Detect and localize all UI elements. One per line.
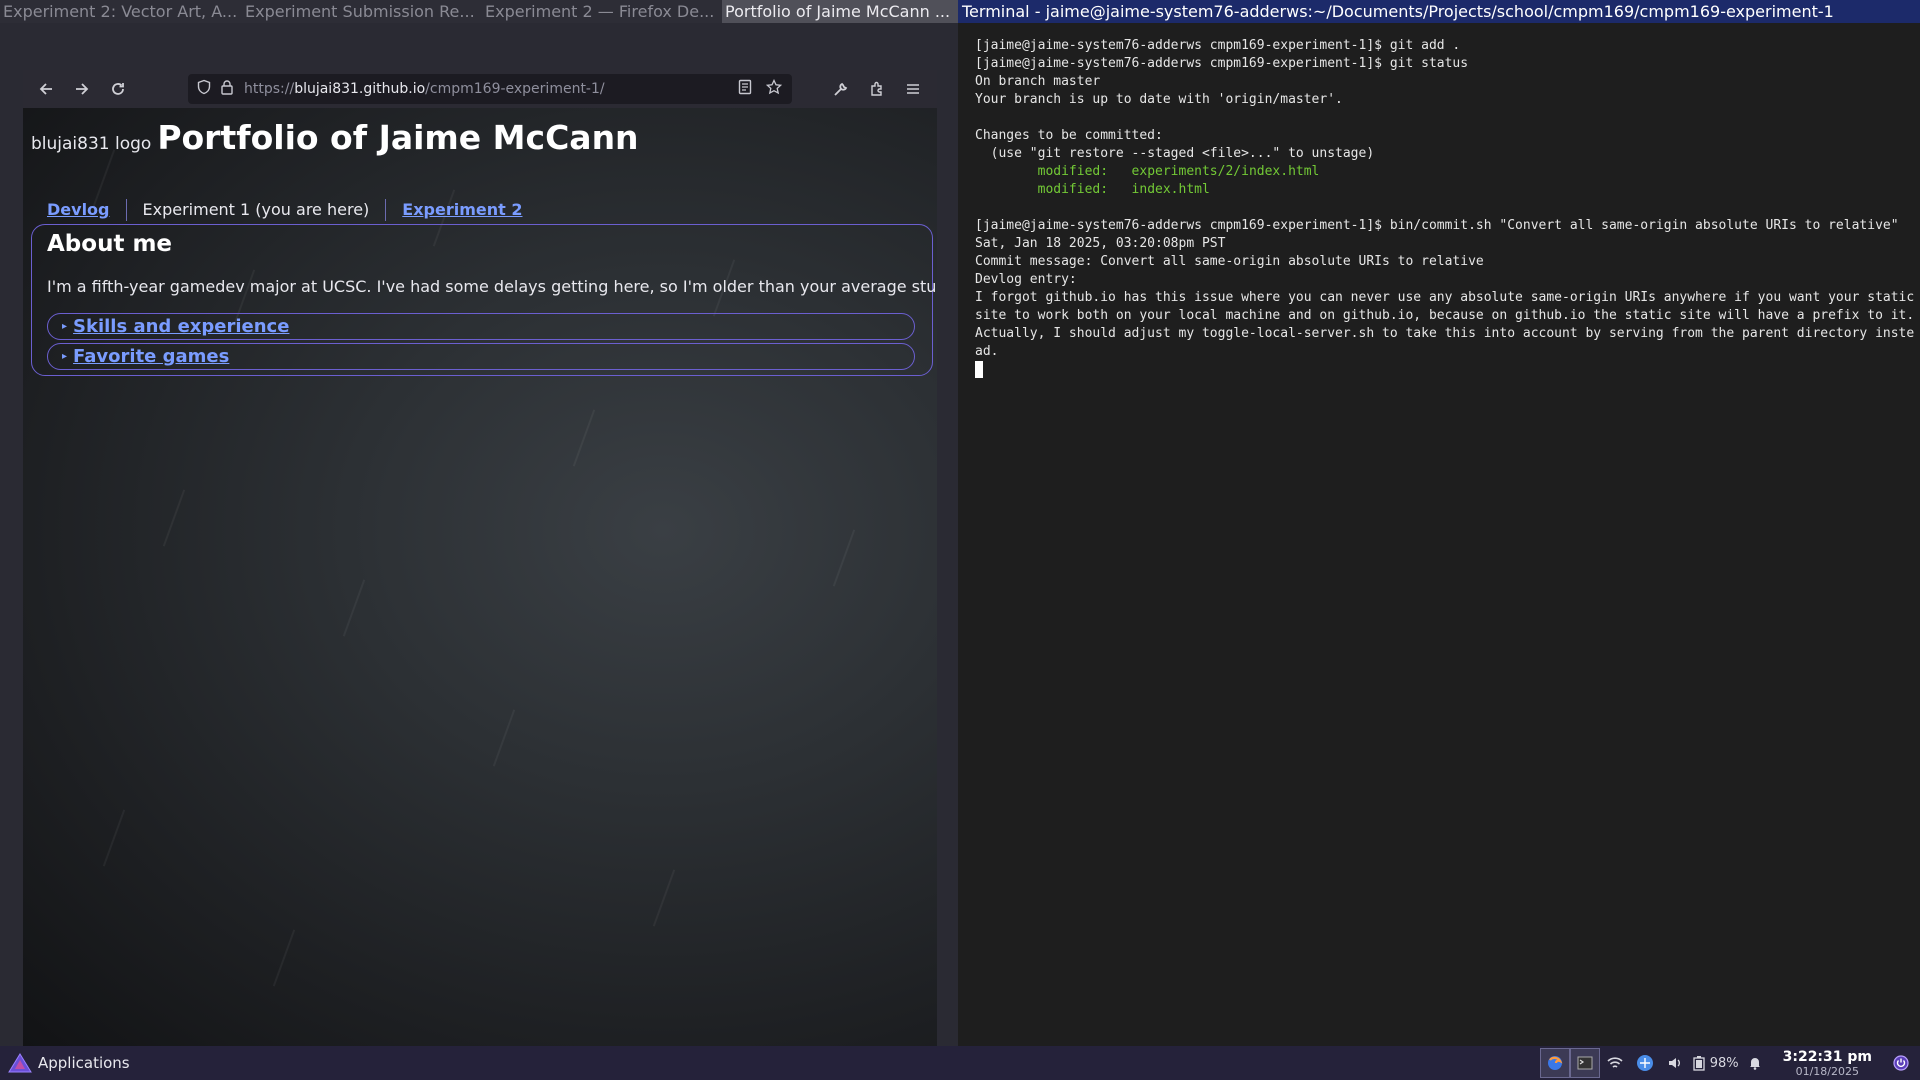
wrench-icon[interactable]: [826, 74, 856, 104]
window-tab-bar: Experiment 2: Vector Art, A... Experimen…: [0, 0, 1920, 23]
terminal-line: Changes to be committed:: [975, 128, 1163, 143]
terminal-line: [jaime@jaime-system76-adderws cmpm169-ex…: [975, 218, 1899, 233]
window-tab[interactable]: Experiment Submission Re...: [242, 0, 482, 23]
terminal-line: On branch master: [975, 74, 1101, 89]
browser: https://blujai831.github.io/cmpm169-expe…: [23, 70, 937, 1046]
bookmark-star-icon[interactable]: [765, 78, 783, 99]
terminal-line: modified: experiments/2/index.html: [975, 164, 1320, 179]
power-icon[interactable]: [1886, 1048, 1916, 1078]
window-tab[interactable]: Experiment 2 — Firefox De...: [482, 0, 722, 23]
firefox-icon[interactable]: [1539, 1048, 1570, 1078]
terminal-line: Commit message: Convert all same-origin …: [975, 254, 1484, 269]
terminal-cursor: [975, 361, 983, 378]
window-tab-terminal[interactable]: Terminal - jaime@jaime-system76-adderws:…: [958, 0, 1920, 23]
page-header: blujai831 logo Portfolio of Jaime McCann: [31, 118, 639, 157]
applications-icon: [8, 1053, 32, 1073]
url-text[interactable]: https://blujai831.github.io/cmpm169-expe…: [244, 81, 605, 97]
terminal-line: Devlog entry:: [975, 272, 1077, 287]
menu-icon[interactable]: [898, 74, 928, 104]
clock-date: 01/18/2025: [1795, 1064, 1859, 1078]
details-favorite-games[interactable]: ▸ Favorite games: [47, 343, 915, 370]
network-icon[interactable]: [1630, 1048, 1660, 1078]
wifi-icon[interactable]: [1600, 1048, 1630, 1078]
nav-item-experiment-2[interactable]: Experiment 2: [385, 199, 538, 221]
details-summary[interactable]: Favorite games: [73, 346, 229, 367]
disclosure-triangle-icon: ▸: [62, 351, 68, 362]
nav-item-devlog[interactable]: Devlog: [31, 199, 126, 221]
about-section: About me I'm a fifth-year gamedev major …: [31, 224, 937, 376]
disclosure-triangle-icon: ▸: [62, 321, 68, 332]
about-heading: About me: [47, 231, 173, 257]
terminal-line: [jaime@jaime-system76-adderws cmpm169-ex…: [975, 38, 1461, 53]
volume-icon[interactable]: [1660, 1048, 1690, 1078]
battery-percent: 98%: [1709, 1055, 1739, 1071]
terminal-line: I forgot github.io has this issue where …: [975, 290, 1915, 359]
system-tray: 98% 3:22:31 pm 01/18/2025: [1539, 1046, 1920, 1080]
site-nav: Devlog Experiment 1 (you are here) Exper…: [31, 199, 538, 221]
extensions-icon[interactable]: [862, 74, 892, 104]
clock[interactable]: 3:22:31 pm 01/18/2025: [1783, 1049, 1872, 1078]
details-summary[interactable]: Skills and experience: [73, 316, 289, 337]
window-tab-active[interactable]: Portfolio of Jaime McCann ...: [722, 0, 958, 23]
page-title: Portfolio of Jaime McCann: [157, 118, 639, 157]
terminal-window[interactable]: [jaime@jaime-system76-adderws cmpm169-ex…: [958, 23, 1920, 1046]
terminal-line: Your branch is up to date with 'origin/m…: [975, 92, 1343, 107]
nav-item-current: Experiment 1 (you are here): [125, 199, 386, 221]
lock-icon[interactable]: [220, 79, 234, 99]
clock-time: 3:22:31 pm: [1782, 1048, 1872, 1065]
window-tab[interactable]: Experiment 2: Vector Art, A...: [0, 0, 242, 23]
reload-icon[interactable]: [103, 74, 133, 104]
taskbar: Applications 98% 3:22:31 pm 01/18/2025: [0, 1046, 1920, 1080]
about-text: I'm a fifth-year gamedev major at UCSC. …: [47, 277, 937, 296]
terminal-line: [jaime@jaime-system76-adderws cmpm169-ex…: [975, 56, 1469, 71]
terminal-output: [jaime@jaime-system76-adderws cmpm169-ex…: [975, 37, 1915, 379]
applications-menu-button[interactable]: Applications: [8, 1053, 130, 1073]
browser-toolbar: https://blujai831.github.io/cmpm169-expe…: [23, 70, 937, 108]
terminal-icon[interactable]: [1569, 1048, 1600, 1078]
terminal-line: Sat, Jan 18 2025, 03:20:08pm PST: [975, 236, 1226, 251]
battery-icon[interactable]: [1690, 1048, 1708, 1078]
browser-window: https://blujai831.github.io/cmpm169-expe…: [0, 23, 958, 1046]
applications-label: Applications: [38, 1054, 130, 1072]
web-page: blujai831 logo Portfolio of Jaime McCann…: [23, 108, 937, 1046]
notification-bell-icon[interactable]: [1745, 1048, 1765, 1078]
details-skills[interactable]: ▸ Skills and experience: [47, 313, 915, 340]
reader-icon[interactable]: [738, 79, 752, 99]
back-icon[interactable]: [31, 74, 61, 104]
url-bar[interactable]: https://blujai831.github.io/cmpm169-expe…: [188, 74, 792, 104]
terminal-line: modified: index.html: [975, 182, 1210, 197]
shield-icon[interactable]: [196, 79, 212, 99]
site-logo[interactable]: blujai831 logo: [31, 134, 151, 154]
terminal-line: (use "git restore --staged <file>..." to…: [975, 146, 1375, 161]
forward-icon[interactable]: [67, 74, 97, 104]
